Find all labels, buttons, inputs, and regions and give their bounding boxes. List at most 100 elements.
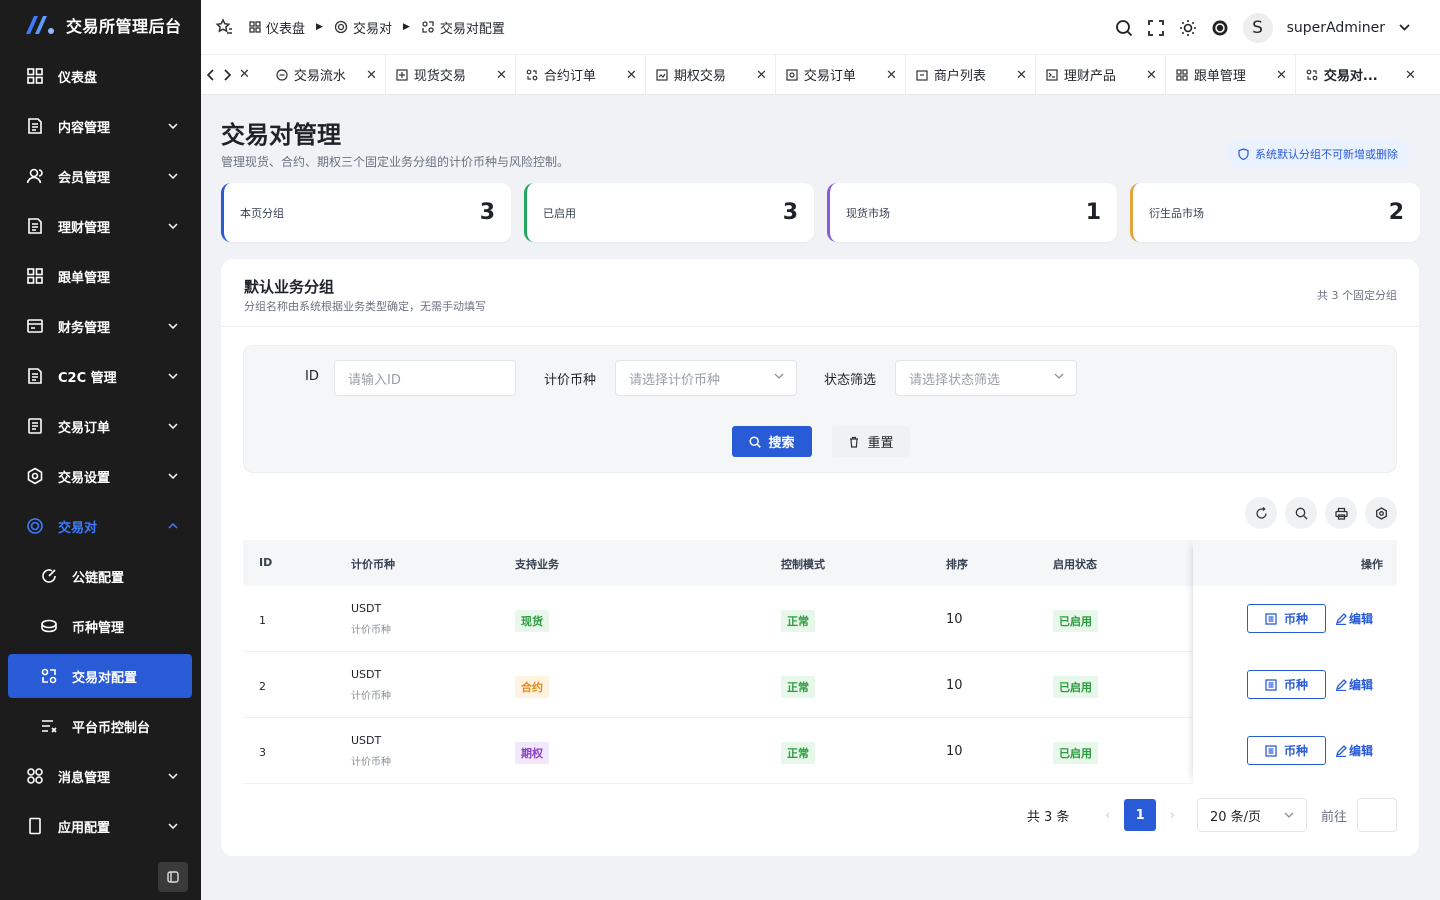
close-icon[interactable]: ✕ [496,68,507,83]
breadcrumb-separator-icon: ▶ [402,22,410,32]
divider [221,326,1419,327]
page-size-select[interactable]: 20 条/页 [1196,798,1307,832]
sidebar-item-dashboard[interactable]: 仪表盘 [8,54,192,98]
chevron-left-icon[interactable]: ‹ [1105,808,1110,822]
avatar[interactable]: S [1242,12,1273,43]
chevron-up-icon [168,523,178,529]
mode-tag: 正常 [781,610,815,632]
sidebar-item-trade-settings[interactable]: 交易设置 [8,454,192,498]
pair-config-icon [1306,69,1318,81]
mode-tag: 正常 [781,676,815,698]
sidebar-collapse-button[interactable] [158,862,188,892]
edit-button[interactable]: 编辑 [1335,742,1373,759]
tab-merchant-list[interactable]: 商户列表 ✕ [906,55,1036,94]
sidebar-item-messages[interactable]: 消息管理 [8,754,192,798]
row-sort: 10 [946,744,963,759]
chevron-down-icon [168,423,178,429]
edit-icon [1335,678,1347,691]
tab-pair-config[interactable]: 交易对... ✕ [1295,55,1424,94]
search-icon[interactable] [1285,497,1317,529]
coin-button[interactable]: 币种 [1247,604,1326,633]
app-icon [26,817,44,835]
row-id: 3 [259,746,266,759]
close-icon[interactable]: ✕ [1016,68,1027,83]
coin-filter-label: 计价币种 [544,373,597,388]
sidebar-item-chain-config[interactable]: 公链配置 [8,554,192,598]
breadcrumb: 仪表盘 ▶ 交易对 ▶ 交易对配置 [249,18,505,37]
sidebar-item-content[interactable]: 内容管理 [8,104,192,148]
gear-icon[interactable] [1365,497,1397,529]
sun-icon[interactable] [1179,19,1197,37]
tab-copytrade[interactable]: 跟单管理 ✕ [1166,55,1296,94]
sidebar-item-trading-pairs[interactable]: 交易对 [8,504,192,548]
goto-page-input[interactable] [1357,798,1397,832]
stat-card-enabled: 已启用 3 [524,183,814,242]
status-select[interactable]: 请选择状态筛选 [895,360,1077,396]
coin-select[interactable]: 请选择计价币种 [615,360,797,396]
tab-transaction-log[interactable]: 交易流水 ✕ [256,55,386,94]
coin-button[interactable]: 币种 [1247,670,1326,699]
total-count: 共 3 条 [1026,809,1070,825]
username[interactable]: superAdminer [1287,20,1385,36]
id-input[interactable]: 请输入ID [334,360,516,396]
goto-label: 前往 [1320,809,1347,825]
sidebar-item-c2c[interactable]: C2C 管理 [8,354,192,398]
sidebar-item-label: 仪表盘 [58,70,98,86]
sidebar-item-app-config[interactable]: 应用配置 [8,804,192,848]
sidebar-item-coin-management[interactable]: 币种管理 [8,604,192,648]
user-icon [26,167,44,185]
order-icon [26,417,44,435]
sidebar-item-pair-config[interactable]: 交易对配置 [8,654,192,698]
notice-badge: 系统默认分组不可新增或删除 [1226,140,1410,168]
close-icon[interactable]: ✕ [756,68,767,83]
sidebar-item-label: C2C 管理 [58,370,117,386]
close-icon[interactable]: ✕ [366,68,377,83]
tab-spot-trade[interactable]: 现货交易 ✕ [386,55,516,94]
edit-button[interactable]: 编辑 [1335,676,1373,693]
chevron-left-icon[interactable] [207,68,215,81]
close-icon[interactable]: ✕ [1405,68,1416,83]
search-icon[interactable] [1115,19,1133,37]
close-icon[interactable]: ✕ [239,67,250,82]
list-icon [1265,612,1277,625]
theme-icon[interactable] [1211,19,1229,37]
search-button[interactable]: 搜索 [732,426,812,457]
sidebar-item-platform-coin[interactable]: 平台币控制台 [8,704,192,748]
menu-fold-icon[interactable] [215,18,233,36]
sidebar-item-finance-products[interactable]: 理财管理 [8,204,192,248]
edit-button[interactable]: 编辑 [1335,610,1373,627]
app-title: 交易所管理后台 [66,17,182,36]
chevron-right-icon[interactable]: › [1170,808,1175,822]
sidebar-item-copytrade[interactable]: 跟单管理 [8,254,192,298]
reset-button[interactable]: 重置 [832,426,910,457]
coin-button[interactable]: 币种 [1247,736,1326,765]
breadcrumb-item-dashboard[interactable]: 仪表盘 [249,18,305,37]
brand[interactable]: 交易所管理后台 [0,0,201,50]
tab-scroll-controls: ✕ [201,55,256,94]
order-icon [786,68,798,81]
tab-trade-orders[interactable]: 交易订单 ✕ [776,55,906,94]
close-icon[interactable]: ✕ [626,68,637,83]
close-icon[interactable]: ✕ [1276,68,1287,83]
refresh-icon[interactable] [1245,497,1277,529]
fullscreen-icon[interactable] [1147,19,1165,37]
row-sort: 10 [946,612,963,627]
close-icon[interactable]: ✕ [1146,68,1157,83]
chevron-down-icon[interactable] [1399,24,1410,31]
sidebar-item-finance[interactable]: 财务管理 [8,304,192,348]
exchange-icon [334,20,348,34]
column-header-business: 支持业务 [515,558,559,571]
sidebar-item-members[interactable]: 会员管理 [8,154,192,198]
row-id: 1 [259,614,266,627]
tab-options-trade[interactable]: 期权交易 ✕ [646,55,776,94]
document-icon [26,367,44,385]
close-icon[interactable]: ✕ [886,68,897,83]
tab-contract-orders[interactable]: 合约订单 ✕ [516,55,646,94]
chevron-right-icon[interactable] [223,68,231,81]
tab-finance-products[interactable]: 理财产品 ✕ [1036,55,1166,94]
chevron-down-icon [1284,812,1294,818]
breadcrumb-item-trading-pairs[interactable]: 交易对 [334,18,392,37]
sidebar-item-orders[interactable]: 交易订单 [8,404,192,448]
page-number[interactable]: 1 [1124,799,1157,831]
print-icon[interactable] [1325,497,1357,529]
